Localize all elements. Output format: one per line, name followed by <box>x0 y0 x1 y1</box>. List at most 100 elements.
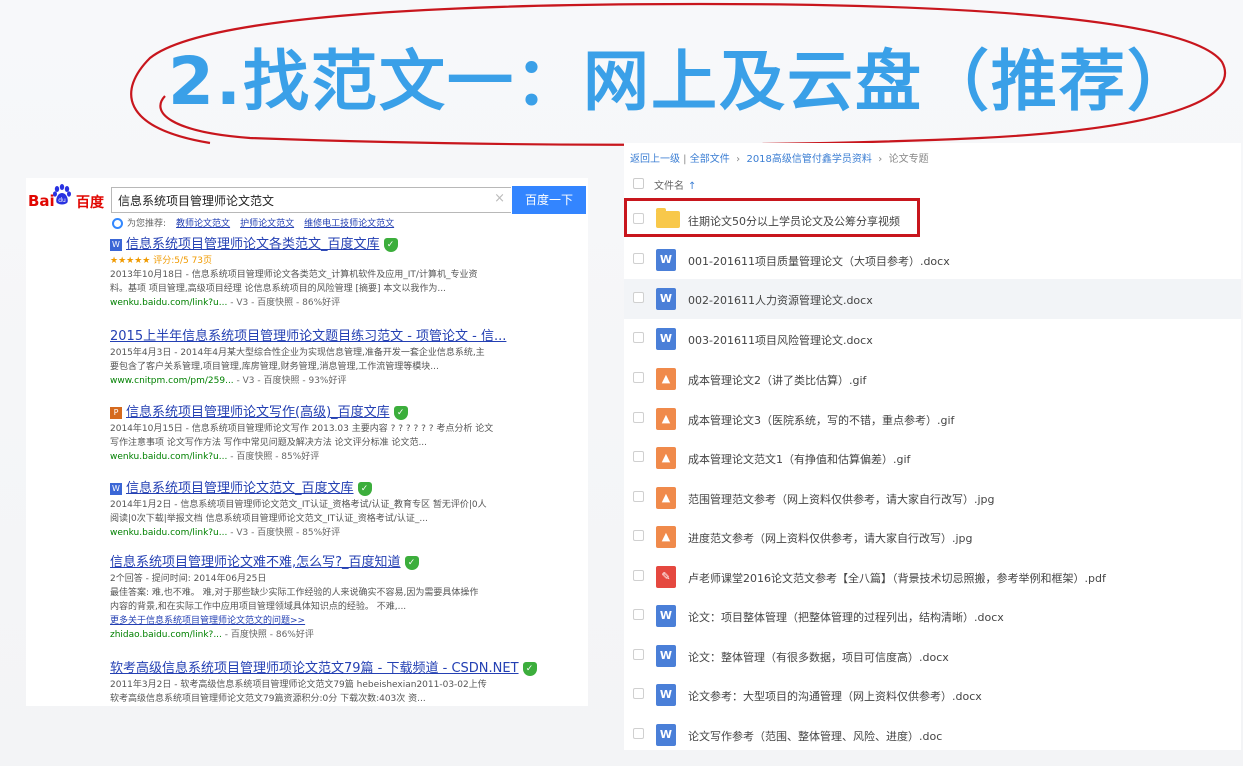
file-row[interactable]: W 001-201611项目质量管理论文（大项目参考）.docx <box>624 240 1241 280</box>
baidu-header: Bai du 百度 信息系统项目管理师论文范文 × 百度一下 <box>26 178 588 218</box>
file-name[interactable]: 001-201611项目质量管理论文（大项目参考）.docx <box>688 253 950 269</box>
file-name[interactable]: 进度范文参考（网上资料仅供参考，请大家自行改写）.jpg <box>688 530 973 546</box>
file-row[interactable]: ✎ 卢老师课堂2016论文范文参考【全八篇】（背景技术切忌照搬，参考举例和框架）.… <box>624 557 1241 597</box>
page-title: 2.找范文一：网上及云盘（推荐） <box>168 43 1195 120</box>
result-url[interactable]: www.cnitpm.com/pm/259... - V3 - 百度快照 - 9… <box>110 374 580 388</box>
word-file-icon: W <box>656 684 676 706</box>
select-all-checkbox[interactable] <box>633 178 644 189</box>
baidu-search-panel: Bai du 百度 信息系统项目管理师论文范文 × 百度一下 为您推荐: 教师论… <box>26 178 588 706</box>
file-row[interactable]: W 论文参考：大型项目的沟通管理（网上资料仅供参考）.docx <box>624 675 1241 715</box>
ppt-doc-icon: P <box>110 406 122 419</box>
word-file-icon: W <box>656 645 676 667</box>
result-url[interactable]: wenku.baidu.com/link?u... - V3 - 百度快照 - … <box>110 526 580 540</box>
row-checkbox[interactable] <box>633 570 644 581</box>
result-snippet: 写作注意事项 论文写作方法 写作中常见问题及解决方法 论文评分标准 论文范... <box>110 438 428 448</box>
recommend-icon <box>112 218 123 229</box>
result-snippet: 2014年1月2日 - 信息系统项目管理师论文范文_IT认证_资格考试/认证_教… <box>110 500 487 510</box>
verified-shield-icon: ✓ <box>383 237 398 252</box>
sort-arrow-icon: ↑ <box>688 181 697 192</box>
baidu-search-button[interactable]: 百度一下 <box>512 186 586 214</box>
column-header-filename[interactable]: 文件名 ↑ <box>654 177 696 192</box>
file-name[interactable]: 论文参考：大型项目的沟通管理（网上资料仅供参考）.docx <box>688 688 982 704</box>
row-checkbox[interactable] <box>633 412 644 423</box>
word-file-icon: W <box>656 724 676 746</box>
result-snippet: 内容的背景,和在实际工作中应用项目管理领域具体知识点的经验。 不难,... <box>110 602 407 612</box>
result-url[interactable]: wenku.baidu.com/link?u... - 百度快照 - 85%好评 <box>110 450 580 464</box>
breadcrumb-folder[interactable]: 2018高级信管付鑫学员资料 <box>746 154 871 165</box>
word-doc-icon: W <box>110 238 122 251</box>
file-row[interactable]: ▲ 成本管理论文3（医院系统，写的不错，重点参考）.gif <box>624 399 1241 439</box>
file-name[interactable]: 范围管理范文参考（网上资料仅供参考，请大家自行改写）.jpg <box>688 491 995 507</box>
result-snippet: 软考高级信息系统项目管理师论文范文79篇资源积分:0分 下载次数:403次 资.… <box>110 694 426 704</box>
row-checkbox[interactable] <box>633 491 644 502</box>
row-checkbox[interactable] <box>633 609 644 620</box>
breadcrumb-back-link[interactable]: 返回上一级 <box>630 154 680 165</box>
file-row[interactable]: ▲ 进度范文参考（网上资料仅供参考，请大家自行改写）.jpg <box>624 517 1241 557</box>
breadcrumb: 返回上一级 | 全部文件 › 2018高级信管付鑫学员资料 › 论文专题 <box>630 154 929 165</box>
result-rating: ★★★★★ 评分:5/5 73页 <box>110 256 213 266</box>
word-file-icon: W <box>656 328 676 350</box>
slide: 2.找范文一：网上及云盘（推荐） Bai du 百度 信息系统项目管理师论文范文 <box>0 0 1243 766</box>
search-result: 软考高级信息系统项目管理师项论文范文79篇 - 下载频道 - CSDN.NET ✓… <box>110 660 580 706</box>
verified-shield-icon: ✓ <box>404 555 419 570</box>
search-result: W 信息系统项目管理师论文各类范文_百度文库 ✓ ★★★★★ 评分:5/5 73页 … <box>110 236 580 310</box>
result-url[interactable]: wenku.baidu.com/link?u... - V3 - 百度快照 - … <box>110 296 580 310</box>
row-checkbox[interactable] <box>633 530 644 541</box>
file-row[interactable]: W 002-201611人力资源管理论文.docx <box>624 279 1241 319</box>
image-file-icon: ▲ <box>656 408 676 430</box>
result-title-link[interactable]: P 信息系统项目管理师论文写作(高级)_百度文库 ✓ <box>110 404 580 422</box>
recommend-link[interactable]: 护师论文范文 <box>240 219 294 229</box>
verified-shield-icon: ✓ <box>522 661 537 676</box>
file-name[interactable]: 成本管理论文范文1（有挣值和估算偏差）.gif <box>688 451 910 467</box>
result-title-link[interactable]: W 信息系统项目管理师论文范文_百度文库 ✓ <box>110 480 580 498</box>
result-snippet: 2011年3月2日 - 软考高级信息系统项目管理师论文范文79篇 hebeish… <box>110 680 487 690</box>
recommend-link[interactable]: 维修电工技师论文范文 <box>304 219 394 229</box>
row-checkbox[interactable] <box>633 372 644 383</box>
result-snippet: 最佳答案: 难,也不难。 难,对于那些缺少实际工作经验的人来说确实不容易,因为需… <box>110 588 479 598</box>
baidu-search-input[interactable]: 信息系统项目管理师论文范文 × <box>111 187 511 213</box>
row-checkbox[interactable] <box>633 253 644 264</box>
file-name[interactable]: 002-201611人力资源管理论文.docx <box>688 292 873 308</box>
file-name[interactable]: 论文：项目整体管理（把整体管理的过程列出，结构清晰）.docx <box>688 609 1004 625</box>
file-name[interactable]: 论文：整体管理（有很多数据，项目可信度高）.docx <box>688 649 949 665</box>
result-snippet: 阅读|0次下载|举报文档 信息系统项目管理师论文范文_IT认证_资格考试/认证_… <box>110 514 428 524</box>
title-area: 2.找范文一：网上及云盘（推荐） <box>0 0 1243 150</box>
breadcrumb-all-files[interactable]: 全部文件 <box>690 154 730 165</box>
row-checkbox[interactable] <box>633 451 644 462</box>
recommend-link[interactable]: 教师论文范文 <box>176 219 230 229</box>
file-row[interactable]: W 论文：整体管理（有很多数据，项目可信度高）.docx <box>624 636 1241 676</box>
result-title-link[interactable]: 信息系统项目管理师论文难不难,怎么写?_百度知道 ✓ <box>110 554 580 572</box>
file-name[interactable]: 卢老师课堂2016论文范文参考【全八篇】（背景技术切忌照搬，参考举例和框架）.p… <box>688 570 1106 586</box>
file-row[interactable]: W 003-201611项目风险管理论文.docx <box>624 319 1241 359</box>
baidu-logo[interactable]: Bai du 百度 <box>28 184 108 212</box>
file-row[interactable]: W 论文：项目整体管理（把整体管理的过程列出，结构清晰）.docx <box>624 596 1241 636</box>
row-checkbox[interactable] <box>633 728 644 739</box>
file-row[interactable]: ▲ 范围管理范文参考（网上资料仅供参考，请大家自行改写）.jpg <box>624 478 1241 518</box>
result-title-link[interactable]: 软考高级信息系统项目管理师项论文范文79篇 - 下载频道 - CSDN.NET ✓ <box>110 660 580 678</box>
clear-icon[interactable]: × <box>494 191 505 206</box>
file-name[interactable]: 论文写作参考（范围、整体管理、风险、进度）.doc <box>688 728 942 744</box>
row-checkbox[interactable] <box>633 688 644 699</box>
row-checkbox[interactable] <box>633 292 644 303</box>
search-result: 2015上半年信息系统项目管理师论文题目练习范文 - 项管论文 - 信... 2… <box>110 328 580 388</box>
logo-du-text: du <box>58 197 66 204</box>
result-title-link[interactable]: W 信息系统项目管理师论文各类范文_百度文库 ✓ <box>110 236 580 254</box>
file-row[interactable]: ▲ 成本管理论文范文1（有挣值和估算偏差）.gif <box>624 438 1241 478</box>
result-snippet: 料。基项 项目管理,高级项目经理 论信息系统项目的风险管理 [摘要] 本文以我作… <box>110 284 446 294</box>
file-row[interactable]: ▲ 成本管理论文2（讲了类比估算）.gif <box>624 359 1241 399</box>
row-checkbox[interactable] <box>633 649 644 660</box>
image-file-icon: ▲ <box>656 368 676 390</box>
file-name[interactable]: 成本管理论文2（讲了类比估算）.gif <box>688 372 866 388</box>
word-doc-icon: W <box>110 482 122 495</box>
file-row[interactable]: W 论文写作参考（范围、整体管理、风险、进度）.doc <box>624 715 1241 750</box>
more-questions-link[interactable]: 更多关于信息系统项目管理师论文范文的问题>> <box>110 614 580 628</box>
result-title-link[interactable]: 2015上半年信息系统项目管理师论文题目练习范文 - 项管论文 - 信... <box>110 328 580 346</box>
result-snippet: 2014年10月15日 - 信息系统项目管理师论文写作 2013.03 主要内容… <box>110 424 494 434</box>
row-checkbox[interactable] <box>633 332 644 343</box>
file-name[interactable]: 成本管理论文3（医院系统，写的不错，重点参考）.gif <box>688 412 954 428</box>
word-file-icon: W <box>656 288 676 310</box>
result-url[interactable]: zhidao.baidu.com/link?... - 百度快照 - 86%好评 <box>110 628 580 642</box>
recommend-bar: 为您推荐: 教师论文范文 护师论文范文 维修电工技师论文范文 <box>112 216 394 229</box>
file-name[interactable]: 003-201611项目风险管理论文.docx <box>688 332 873 348</box>
logo-baidu-cn-text: 百度 <box>76 195 104 211</box>
